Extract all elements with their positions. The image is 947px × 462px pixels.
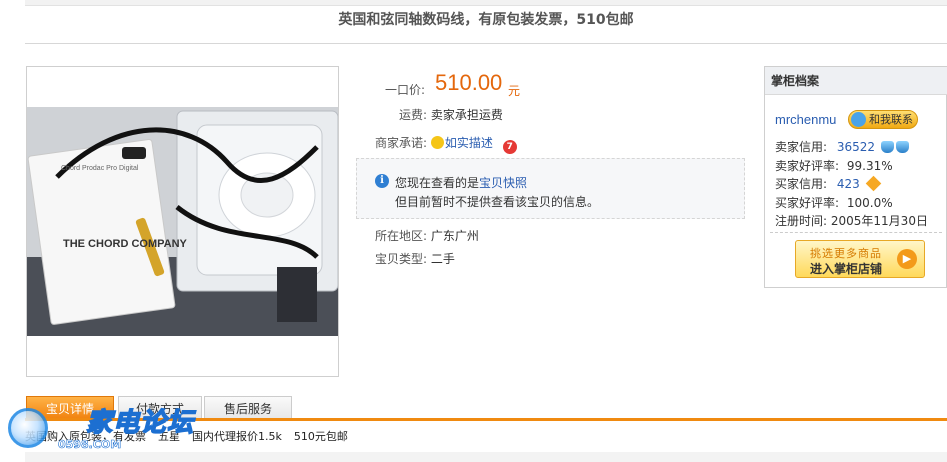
seller-panel-title: 掌柜档案 bbox=[765, 67, 947, 95]
register-value: 2005年11月30日 bbox=[830, 214, 928, 228]
description-part-3: 国内代理报价1.5k bbox=[192, 430, 282, 443]
page-title: 英国和弦同轴数码线，有原包装发票，510包邮 bbox=[25, 6, 947, 44]
price-unit: 元 bbox=[508, 84, 521, 98]
seller-divider bbox=[770, 232, 942, 233]
shop-btn-line2: 进入掌柜店铺 bbox=[810, 262, 883, 276]
contact-seller-button[interactable]: 和我联系 bbox=[848, 110, 918, 129]
price-value: 510.00 bbox=[435, 70, 503, 95]
region-value: 广东广州 bbox=[430, 229, 479, 243]
photo-brand-text: THE CHORD COMPANY bbox=[63, 238, 188, 250]
shipping-label: 运费: bbox=[399, 108, 428, 122]
type-row: 宝贝类型: 二手 bbox=[375, 250, 455, 267]
crown-icon bbox=[895, 141, 909, 153]
region-row: 所在地区: 广东广州 bbox=[375, 227, 479, 244]
buyer-rate-value: 100.0% bbox=[846, 196, 893, 210]
guarantee-icon[interactable] bbox=[430, 136, 444, 149]
seven-day-icon[interactable]: 7 bbox=[502, 140, 517, 154]
notice-line-1: 您现在查看的是宝贝快照 bbox=[395, 174, 527, 191]
shop-btn-line1: 挑选更多商品 bbox=[810, 247, 882, 260]
type-value: 二手 bbox=[430, 252, 455, 266]
shipping-value: 卖家承担运费 bbox=[430, 108, 503, 122]
register-row: 注册时间: 2005年11月30日 bbox=[775, 212, 928, 229]
buyer-credit-value[interactable]: 423 bbox=[837, 177, 860, 191]
watermark-subtext: 0598.COM bbox=[58, 438, 122, 452]
photo-product-text: Chord Prodac Pro Digital bbox=[61, 165, 139, 172]
price-label: 一口价: bbox=[385, 83, 426, 97]
buyer-credit-row: 买家信用: 423 bbox=[775, 175, 881, 192]
watermark-logo-icon bbox=[8, 408, 48, 448]
crown-icon bbox=[880, 141, 894, 153]
snapshot-link[interactable]: 宝贝快照 bbox=[479, 176, 527, 190]
product-photo[interactable]: Chord Prodac Pro Digital THE CHORD COMPA… bbox=[27, 107, 338, 336]
seller-credit-label: 卖家信用: bbox=[775, 140, 828, 154]
description-part-4: 510元包邮 bbox=[293, 430, 348, 443]
register-label: 注册时间: bbox=[775, 214, 828, 228]
product-photo-frame: Chord Prodac Pro Digital THE CHORD COMPA… bbox=[26, 66, 339, 377]
promise-row: 商家承诺: 如实描述 7 bbox=[375, 134, 517, 154]
seller-credit-row: 卖家信用: 36522 bbox=[775, 138, 909, 155]
info-icon: i bbox=[375, 174, 389, 188]
buyer-rate-label: 买家好评率: bbox=[775, 196, 840, 210]
enter-shop-button[interactable]: 挑选更多商品 进入掌柜店铺 ▶ bbox=[795, 240, 925, 278]
region-label: 所在地区: bbox=[375, 229, 428, 243]
diamond-icon bbox=[865, 175, 881, 192]
notice-line-2: 但目前暂时不提供查看该宝贝的信息。 bbox=[395, 195, 600, 209]
tab-after-sales[interactable]: 售后服务 bbox=[204, 396, 292, 420]
watermark-text: 家电论坛 bbox=[85, 407, 195, 439]
product-photo-image: Chord Prodac Pro Digital THE CHORD COMPA… bbox=[27, 107, 338, 336]
contact-face-icon bbox=[851, 112, 866, 127]
contact-label: 和我联系 bbox=[869, 113, 913, 126]
seller-rate-row: 卖家好评率: 99.31% bbox=[775, 157, 893, 174]
buyer-rate-row: 买家好评率: 100.0% bbox=[775, 194, 893, 211]
promise-label: 商家承诺: bbox=[375, 136, 428, 150]
bottom-strip bbox=[25, 452, 947, 462]
seller-rate-label: 卖家好评率: bbox=[775, 159, 840, 173]
seller-name-link[interactable]: mrchenmu bbox=[775, 112, 836, 127]
seller-credit-value[interactable]: 36522 bbox=[837, 140, 875, 154]
buyer-credit-label: 买家信用: bbox=[775, 177, 828, 191]
notice-prefix: 您现在查看的是 bbox=[395, 176, 480, 190]
shipping-row: 运费: 卖家承担运费 bbox=[399, 106, 503, 123]
promise-link[interactable]: 如实描述 bbox=[445, 136, 493, 150]
arrow-icon: ▶ bbox=[897, 249, 917, 269]
seller-rate-value: 99.31% bbox=[846, 159, 893, 173]
type-label: 宝贝类型: bbox=[375, 252, 428, 266]
